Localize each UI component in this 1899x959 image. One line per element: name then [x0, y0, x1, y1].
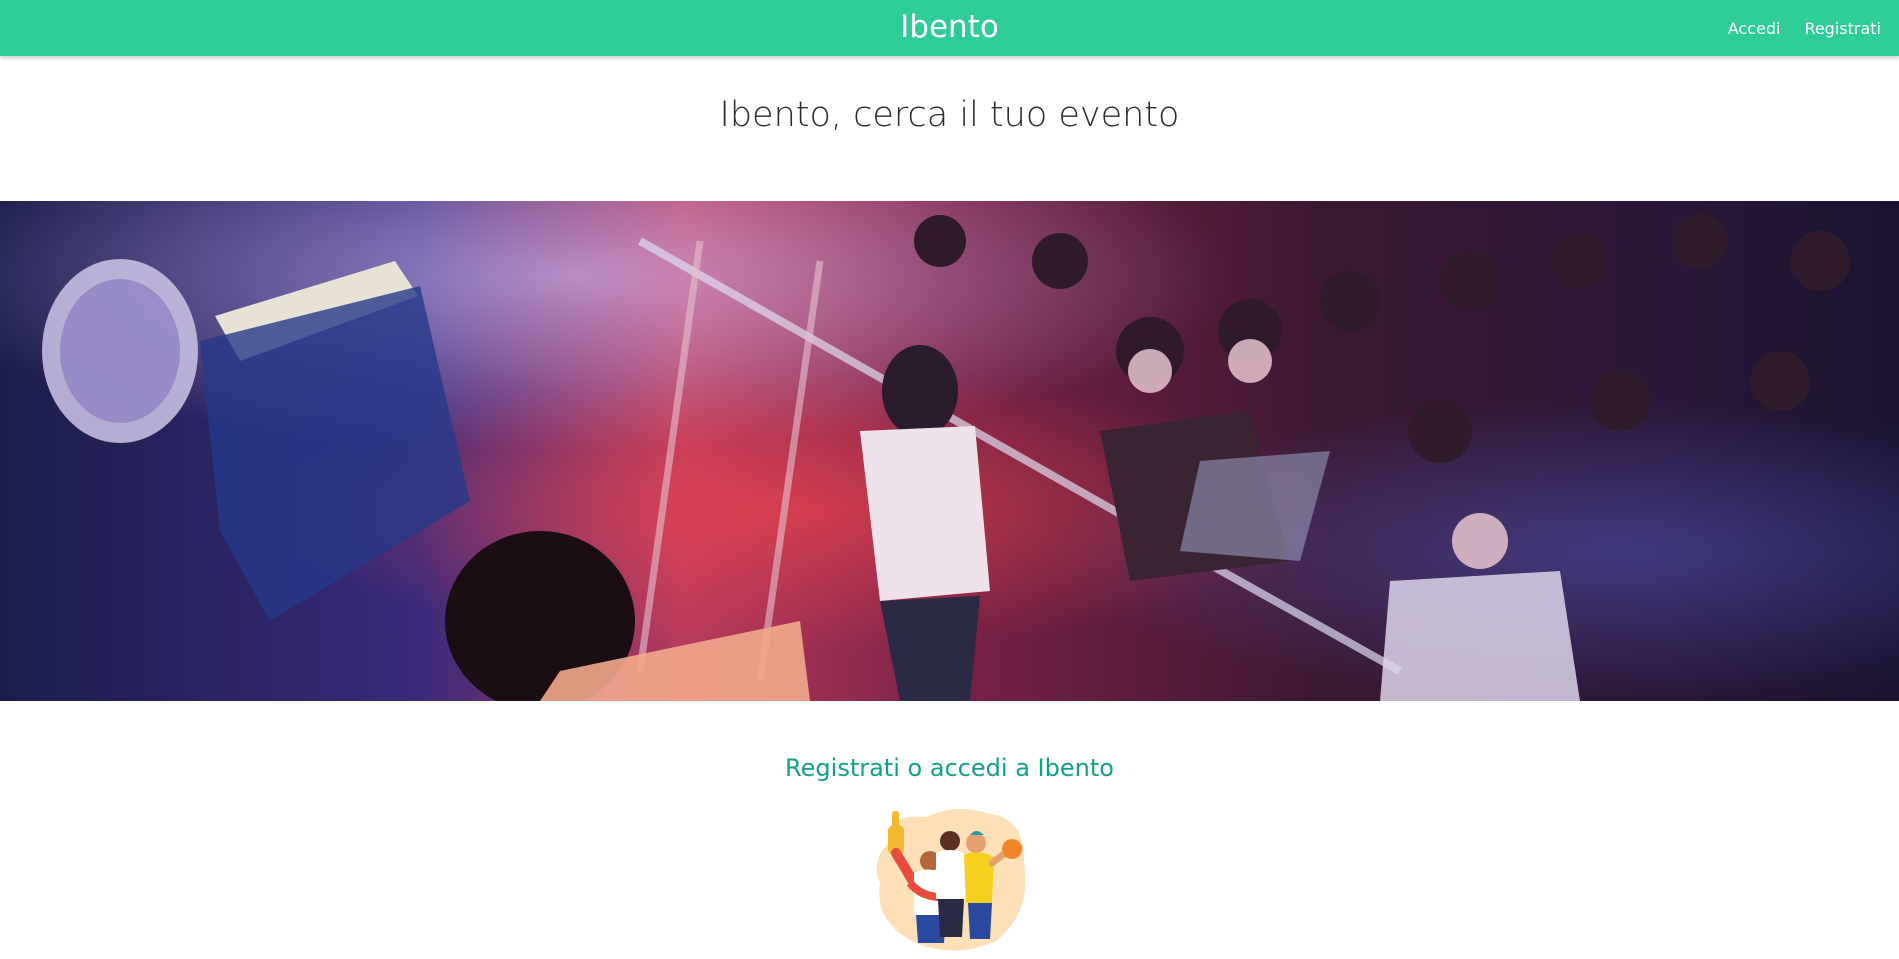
fans-illustration — [876, 808, 1026, 951]
register-link[interactable]: Registrati — [1804, 19, 1881, 38]
login-link[interactable]: Accedi — [1728, 19, 1781, 38]
brand-logo[interactable]: Ibento — [0, 7, 1899, 47]
page-title: Ibento, cerca il tuo evento — [719, 95, 1180, 135]
hero-image — [0, 201, 1899, 701]
auth-heading: Registrati o accedi a Ibento — [785, 754, 1114, 782]
navbar: Ibento Accedi Registrati — [0, 0, 1899, 56]
nav-links: Accedi Registrati — [1728, 0, 1899, 56]
